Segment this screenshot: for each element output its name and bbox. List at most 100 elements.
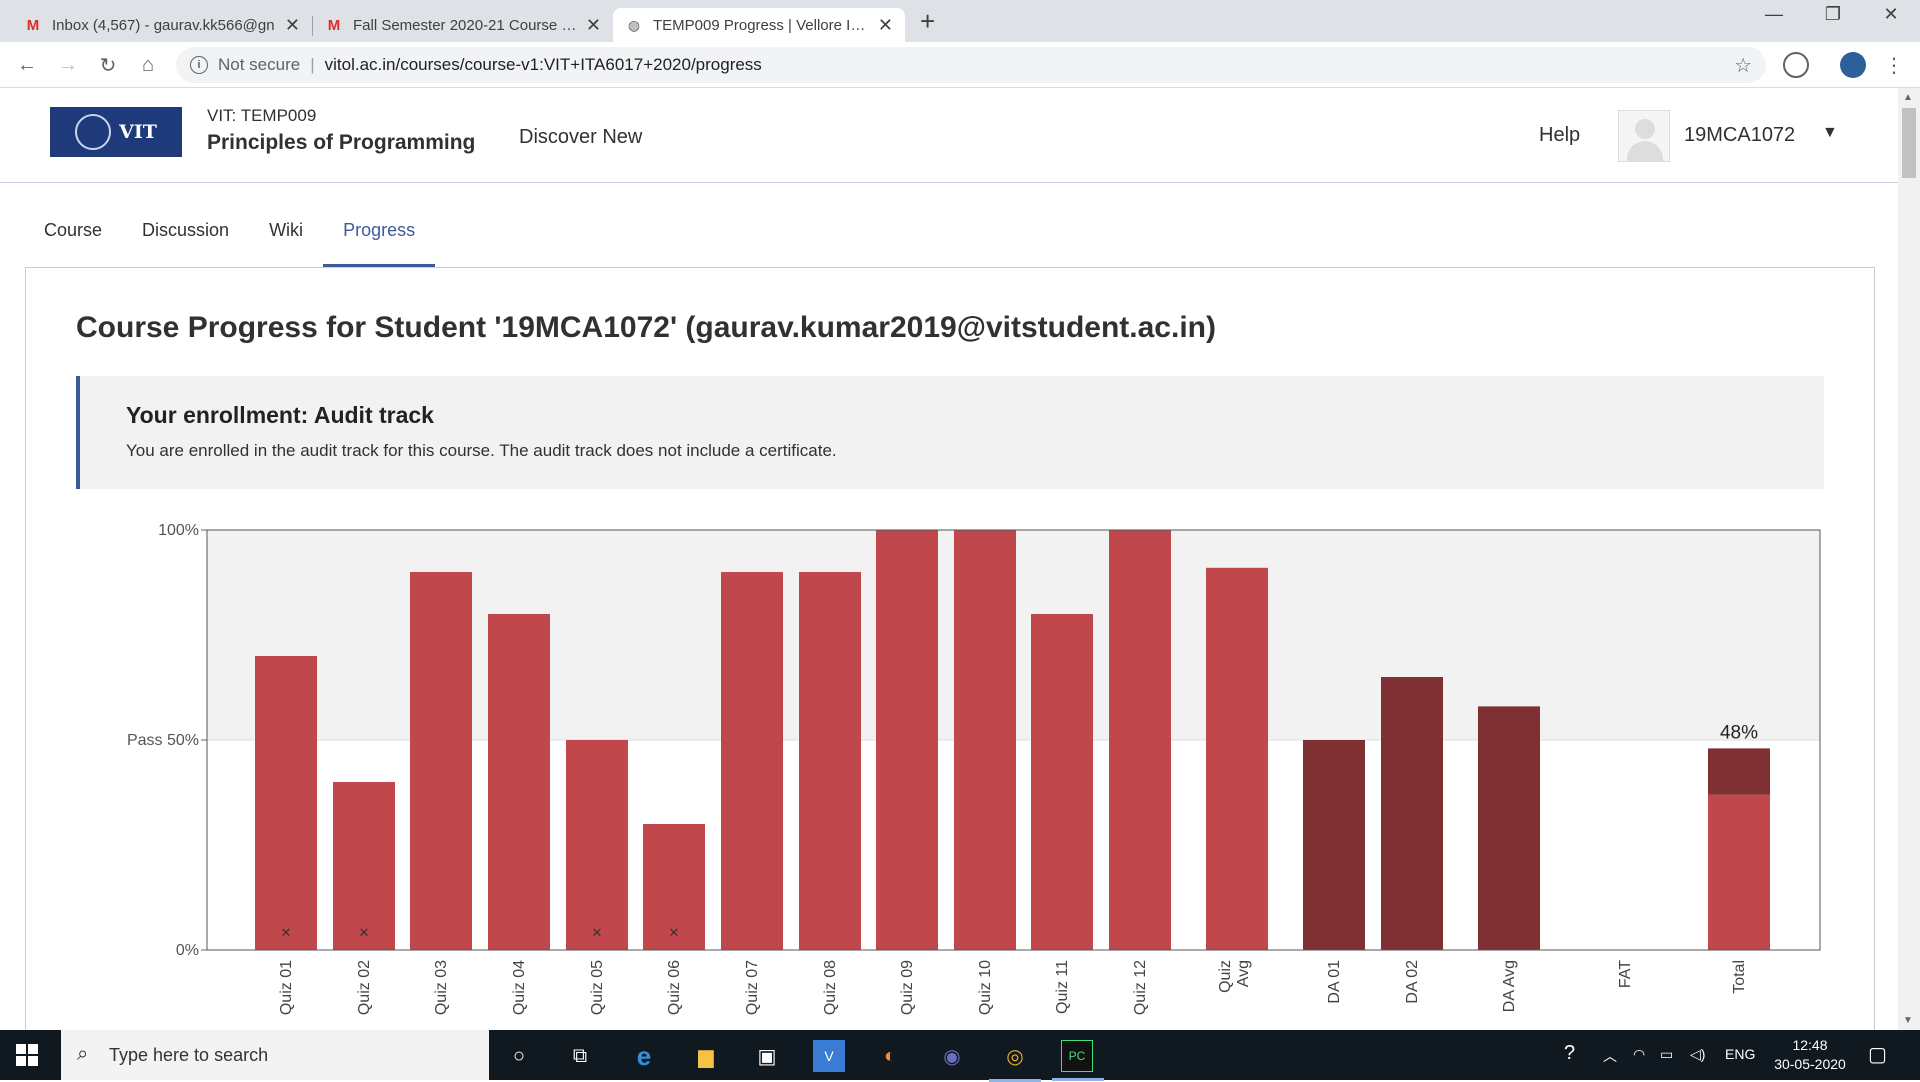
x-tick-label: Quiz 04	[511, 960, 528, 1015]
username-menu[interactable]: 19MCA1072	[1684, 124, 1795, 147]
y-tick-label: 100%	[158, 522, 199, 539]
clock[interactable]: 12:48 30-05-2020	[1755, 1036, 1865, 1074]
battery-icon[interactable]: ▭	[1660, 1046, 1673, 1063]
profile-avatar[interactable]	[1840, 52, 1866, 78]
avatar-body	[1627, 141, 1663, 161]
vit-logo[interactable]: VIT	[50, 107, 182, 157]
close-icon[interactable]: ✕	[586, 15, 601, 36]
bar-quiz-08	[799, 572, 861, 950]
file-explorer-icon[interactable]: ▆	[690, 1040, 722, 1072]
x-tick-label: DA Avg	[1501, 960, 1518, 1012]
browser-tab-fall-semester[interactable]: M Fall Semester 2020-21 Course Wi ✕	[313, 8, 613, 42]
bar-quiz-03	[410, 572, 472, 950]
windows-start-icon[interactable]	[16, 1044, 38, 1066]
info-icon[interactable]: i	[190, 56, 208, 74]
help-link[interactable]: Help	[1539, 124, 1580, 147]
close-icon[interactable]: ✕	[878, 15, 893, 36]
windows-taskbar: ⌕ Type here to search ○ ⧉ e ▆ ▣ V ◐ ◉ ◎ …	[0, 1030, 1920, 1082]
menu-kebab-icon[interactable]: ⋮	[1880, 51, 1908, 79]
page-scrollbar[interactable]: ▲ ▼	[1898, 88, 1920, 1030]
address-bar[interactable]: i Not secure | vitol.ac.in/courses/cours…	[176, 47, 1766, 83]
search-icon: ⌕	[77, 1043, 89, 1065]
scroll-up-icon[interactable]: ▲	[1903, 92, 1913, 103]
enrollment-title: Your enrollment: Audit track	[126, 402, 434, 428]
help-icon[interactable]: ?	[1564, 1042, 1575, 1065]
window-close-button[interactable]: ✕	[1866, 4, 1916, 25]
close-icon[interactable]: ✕	[285, 15, 300, 36]
eclipse-icon[interactable]: ◉	[936, 1040, 968, 1072]
course-name: Principles of Programming	[207, 131, 476, 154]
tab-discussion[interactable]: Discussion	[122, 206, 249, 268]
chevron-down-icon[interactable]: ▼	[1822, 124, 1838, 142]
x-tick-label: Avg	[1235, 960, 1252, 987]
url-text: vitol.ac.in/courses/course-v1:VIT+ITA601…	[324, 55, 762, 74]
y-tick-label: 0%	[176, 942, 199, 959]
scroll-thumb[interactable]	[1902, 108, 1916, 178]
x-tick-label: Quiz	[1217, 960, 1234, 993]
store-icon[interactable]: ▣	[751, 1040, 783, 1072]
volume-icon[interactable]: ◁)	[1690, 1046, 1705, 1063]
pycharm-icon[interactable]: PC	[1052, 1040, 1104, 1081]
browser-tab-progress[interactable]: ◍ TEMP009 Progress | Vellore Instit ✕	[613, 8, 905, 42]
site-header: VIT VIT: TEMP009 Principles of Programmi…	[0, 88, 1898, 183]
browser-tabstrip: M Inbox (4,567) - gaurav.kk566@gn ✕ M Fa…	[0, 0, 1920, 42]
tab-title: Fall Semester 2020-21 Course Wi	[353, 16, 578, 34]
x-tick-label: Quiz 03	[433, 960, 450, 1015]
avatar[interactable]	[1618, 110, 1670, 162]
x-tick-label: Quiz 01	[278, 960, 295, 1015]
tab-title: TEMP009 Progress | Vellore Instit	[653, 16, 870, 34]
language-indicator[interactable]: ENG	[1725, 1046, 1755, 1062]
tab-course[interactable]: Course	[24, 206, 122, 268]
avatar-head	[1635, 119, 1655, 139]
bar-quiz-04	[488, 614, 550, 950]
seal-icon	[75, 114, 112, 150]
bar-quiz-12	[1109, 530, 1171, 950]
bar-quiz-11	[1031, 614, 1093, 950]
home-icon[interactable]: ⌂	[134, 51, 162, 79]
jupyter-icon[interactable]: ◐	[874, 1040, 906, 1072]
vscode-icon[interactable]: V	[813, 1040, 845, 1072]
discover-new-link[interactable]: Discover New	[519, 126, 642, 149]
edge-icon[interactable]: e	[628, 1040, 660, 1072]
tab-progress[interactable]: Progress	[323, 206, 436, 268]
chevron-up-icon[interactable]: ︿	[1603, 1046, 1617, 1066]
browser-tab-inbox[interactable]: M Inbox (4,567) - gaurav.kk566@gn ✕	[12, 8, 312, 42]
reload-icon[interactable]: ↻	[94, 51, 122, 79]
cortana-icon[interactable]: ○	[503, 1040, 535, 1072]
tab-wiki[interactable]: Wiki	[249, 206, 323, 268]
wifi-icon[interactable]: ◠	[1633, 1046, 1645, 1063]
notification-icon[interactable]: ▢	[1868, 1042, 1887, 1067]
x-tick-label: Quiz 02	[356, 960, 373, 1015]
x-tick-label: Quiz 08	[822, 960, 839, 1015]
task-view-icon[interactable]: ⧉	[564, 1040, 596, 1072]
bar-da-01	[1303, 740, 1365, 950]
x-tick-label: Quiz 10	[977, 960, 994, 1015]
bar-quiz-09	[876, 530, 938, 950]
tab-title: Inbox (4,567) - gaurav.kk566@gn	[52, 16, 275, 34]
bar-quiz-01	[255, 656, 317, 950]
x-tick-label: Quiz 12	[1132, 960, 1149, 1015]
bar-quiz-02	[333, 782, 395, 950]
x-tick-label: DA 01	[1326, 960, 1343, 1004]
new-tab-button[interactable]: +	[920, 6, 935, 37]
x-tick-label: Quiz 06	[666, 960, 683, 1015]
bookmark-star-icon[interactable]: ☆	[1734, 53, 1752, 78]
minimize-button[interactable]: —	[1749, 4, 1799, 25]
maximize-button[interactable]: ❐	[1808, 4, 1858, 25]
progress-chart: 100% Pass 50% 0% ✕ Quiz 01 ✕ Quiz 02 Quiz 03 Qui…	[127, 522, 1821, 1015]
bar-da-avg	[1478, 706, 1540, 950]
globe-icon: ◍	[627, 16, 641, 33]
enrollment-text: You are enrolled in the audit track for …	[126, 441, 837, 460]
search-placeholder: Type here to search	[109, 1044, 269, 1065]
chrome-icon[interactable]: ◎	[989, 1040, 1041, 1082]
dropped-marker-icon: ✕	[281, 926, 292, 941]
back-icon[interactable]: ←	[13, 51, 41, 79]
page-title: Course Progress for Student '19MCA1072' …	[76, 311, 1216, 344]
x-tick-label: Quiz 05	[589, 960, 606, 1015]
extension-icon[interactable]	[1783, 52, 1809, 78]
scroll-down-icon[interactable]: ▼	[1903, 1015, 1913, 1026]
dropped-marker-icon: ✕	[592, 926, 603, 941]
taskbar-search-input[interactable]: ⌕ Type here to search	[61, 1030, 489, 1080]
dropped-marker-icon: ✕	[669, 926, 680, 941]
forward-icon[interactable]: →	[54, 51, 82, 79]
